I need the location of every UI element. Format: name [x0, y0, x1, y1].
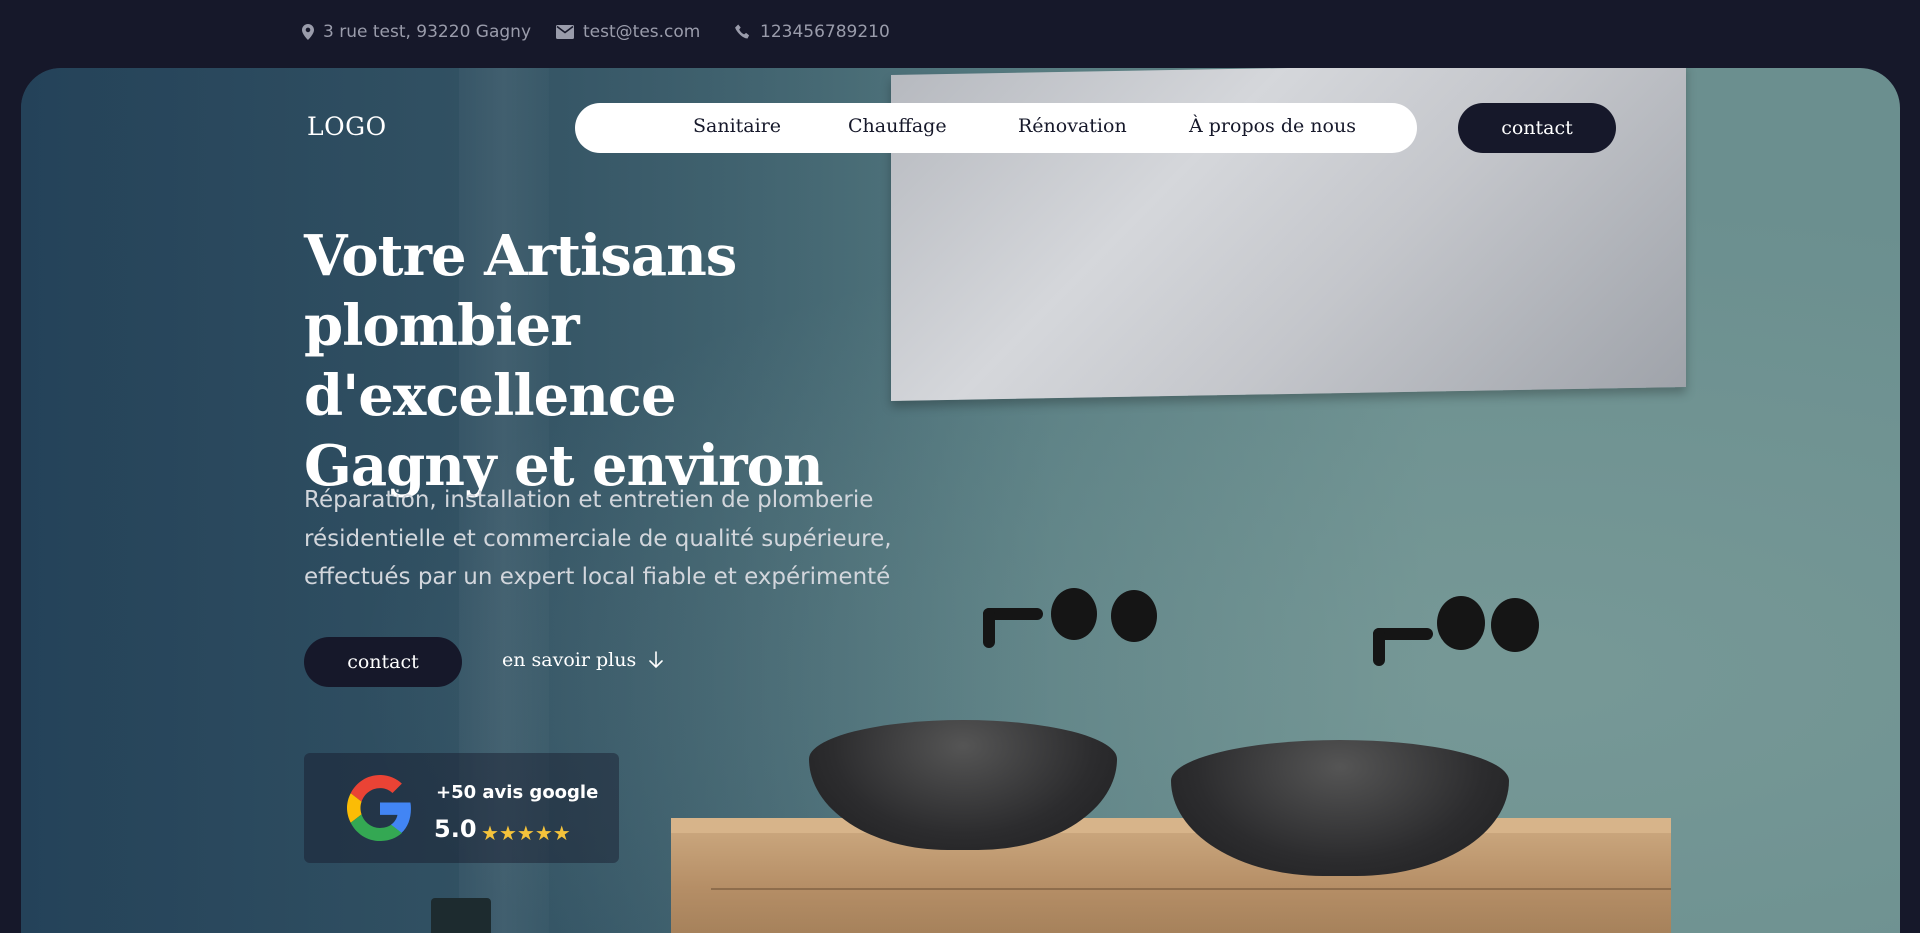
email-item[interactable]: test@tes.com: [556, 22, 700, 42]
faucet-handle: [1437, 596, 1485, 650]
faucet-spout-right-down: [1373, 628, 1385, 666]
learn-more-link[interactable]: en savoir plus: [502, 649, 664, 671]
hero-subtitle-line: résidentielle et commerciale de qualité …: [304, 525, 892, 552]
hero-contact-button[interactable]: contact: [304, 637, 462, 687]
plant-pot: [431, 898, 491, 933]
main-nav: Sanitaire Chauffage Rénovation À propos …: [575, 103, 1417, 153]
star-icon: ★: [534, 821, 553, 845]
phone-text[interactable]: 123456789210: [760, 22, 890, 42]
vanity-cabinet: [671, 833, 1671, 933]
hero-subtitle: Réparation, installation et entretien de…: [304, 481, 944, 597]
google-review-card[interactable]: +50 avis google 5.0 ★ ★ ★ ★ ★: [304, 753, 619, 863]
location-pin-icon: [302, 24, 314, 40]
mail-icon: [556, 25, 574, 39]
nav-item-about[interactable]: À propos de nous: [1189, 115, 1356, 137]
star-icon: ★: [552, 821, 571, 845]
google-icon: [347, 775, 411, 841]
star-icon: ★: [516, 821, 535, 845]
hero-title-line: Votre Artisans: [304, 223, 737, 289]
email-text[interactable]: test@tes.com: [583, 22, 700, 42]
address-text: 3 rue test, 93220 Gagny: [323, 22, 532, 42]
site-logo[interactable]: LOGO: [307, 112, 387, 141]
top-info-bar: 3 rue test, 93220 Gagny test@tes.com 123…: [0, 0, 1920, 68]
header-contact-button[interactable]: contact: [1458, 103, 1616, 153]
faucet-handle: [1111, 590, 1157, 642]
address-item: 3 rue test, 93220 Gagny: [302, 22, 531, 42]
hero-subtitle-line: Réparation, installation et entretien de…: [304, 487, 874, 513]
learn-more-label: en savoir plus: [502, 649, 637, 671]
phone-icon: [735, 24, 750, 39]
faucet-handle: [1491, 598, 1539, 652]
faucet-spout-left-down: [983, 608, 995, 648]
faucet-handle: [1051, 588, 1097, 640]
nav-item-chauffage[interactable]: Chauffage: [848, 115, 947, 137]
vanity-drawer-line: [711, 888, 1671, 890]
hero-title-line: plombier d'excellence: [304, 293, 677, 429]
star-icon: ★: [498, 821, 517, 845]
review-count: +50 avis google: [436, 782, 599, 803]
star-rating: ★ ★ ★ ★ ★: [481, 823, 571, 843]
nav-item-sanitaire[interactable]: Sanitaire: [693, 115, 781, 137]
arrow-down-icon: [649, 651, 664, 669]
hero-title: Votre Artisans plombier d'excellence Gag…: [304, 221, 944, 501]
review-score: 5.0: [434, 815, 477, 843]
star-icon: ★: [481, 821, 499, 845]
hero-section: LOGO Sanitaire Chauffage Rénovation À pr…: [21, 68, 1900, 933]
phone-item[interactable]: 123456789210: [735, 22, 890, 42]
hero-subtitle-line: effectués par un expert local fiable et …: [304, 564, 891, 590]
nav-item-renovation[interactable]: Rénovation: [1018, 115, 1127, 137]
